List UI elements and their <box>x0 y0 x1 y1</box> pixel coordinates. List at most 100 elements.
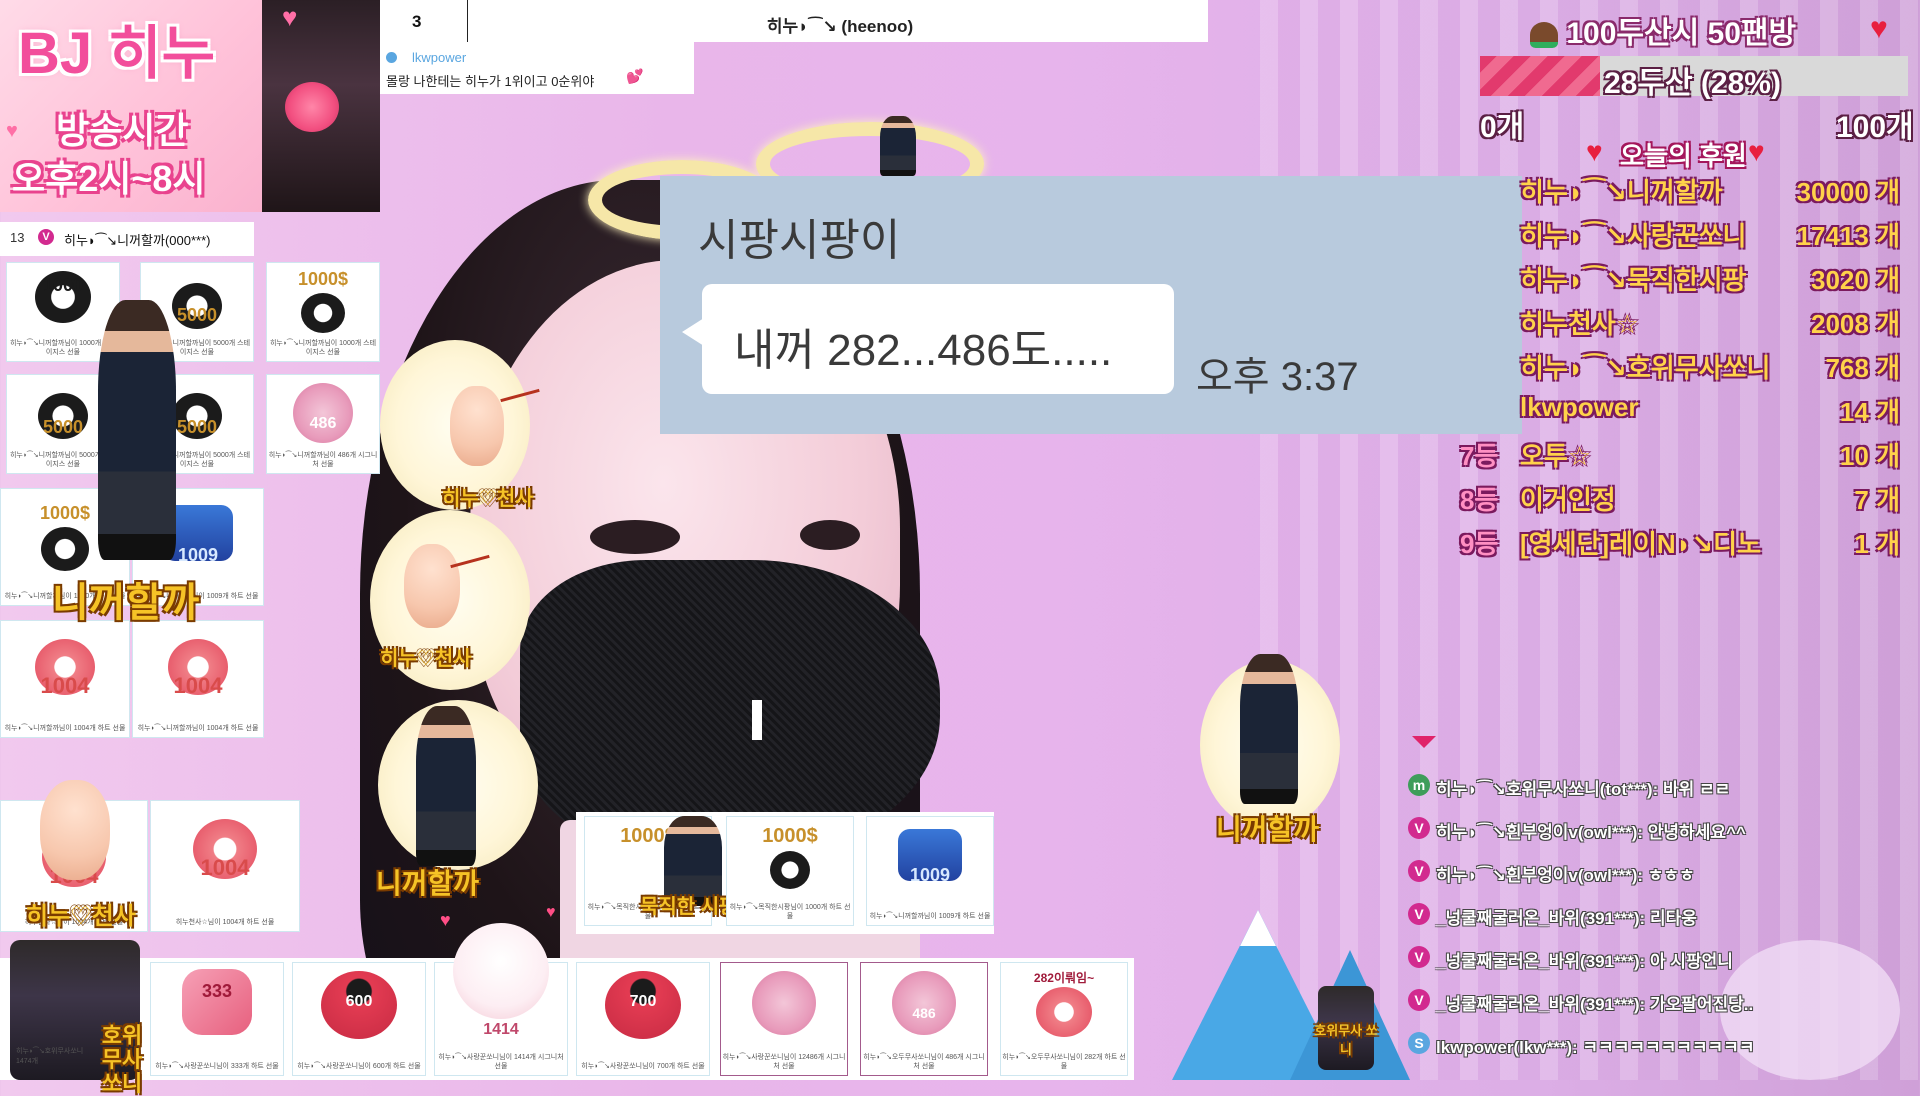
header-rank: 3 <box>412 12 422 31</box>
banner-schedule-time: 오후2시~8시 <box>12 158 206 199</box>
goal-min-label: 0개 <box>1480 111 1525 144</box>
chat-badge-icon: V <box>1408 817 1430 839</box>
panda-sticker-icon <box>770 851 810 889</box>
ranking-count: 14 개 <box>1839 397 1900 427</box>
heart-panda-sticker-icon <box>1036 987 1092 1037</box>
donation-card: 486 히누◗⁀↘니꺼할까님이 486개 시그니처 선물 <box>266 374 380 474</box>
earring-icon <box>752 700 762 740</box>
popup-bubble-tail <box>682 318 704 346</box>
sticker-caption: 니꺼할까 <box>1216 814 1320 845</box>
chat-badge-icon: S <box>1408 1032 1430 1054</box>
ranking-name: [영세단]레이N◗↘디노 <box>1520 529 1762 559</box>
goal-title-text: 100두산시 50팬방 <box>1566 17 1797 50</box>
popup-sender: 시팡시팡이 <box>698 216 901 265</box>
ranking-title: 오늘의 후원 <box>1620 141 1747 171</box>
goal-progress-fill <box>1480 56 1600 96</box>
schedule-banner: ♥ ♥ BJ 히누 방송시간 오후2시~8시 <box>0 0 380 212</box>
sub-badge-icon <box>386 52 397 63</box>
panda-sticker-icon <box>301 293 345 333</box>
card-amount: 1004 <box>40 673 90 698</box>
ranking-position: 8등 <box>1460 485 1499 515</box>
heart-icon: ♥ <box>440 910 451 930</box>
heart-icon: ♥ <box>1586 136 1603 167</box>
heart-emoji-icon: 💕 <box>626 68 644 84</box>
popup-message: 내꺼 282...486도..... <box>734 326 1113 375</box>
poop-icon <box>1530 22 1558 49</box>
card-label: 히누천사☆님이 1004개 하트 선물 <box>175 919 275 926</box>
card-amount: 486 <box>309 415 337 432</box>
dancing-man-sticker <box>416 706 476 866</box>
card-label: 히누◗⁀↘사랑꾼쏘니님이 333개 하트 선물 <box>155 1063 279 1070</box>
ranking-row: lkwpower 14 개 <box>1460 392 1900 432</box>
donation-card: 1009 히누◗⁀↘니꺼할까님이 1009개 하트 선물 <box>866 816 994 926</box>
card-label: 히누◗⁀↘니꺼할까님이 1004개 하트 선물 <box>4 725 126 732</box>
header-title: 히누◗⁀↘ (heenoo) <box>766 17 914 36</box>
dancing-man-sticker <box>1240 654 1298 804</box>
card-label: 히누◗⁀↘니꺼할까님이 486개 시그니처 선물 <box>268 452 378 468</box>
chat-badge-icon: V <box>1408 989 1430 1011</box>
ranking-count: 30000 개 <box>1796 177 1900 207</box>
ranking-name: 오투☆ <box>1520 441 1592 471</box>
donation-card: 1004 히누◗⁀↘니꺼할까님이 1004개 하트 선물 <box>0 620 130 738</box>
header-divider <box>467 0 468 42</box>
sticker-caption: 히누♡천사 <box>26 903 136 930</box>
ranking-position: 7등 <box>1460 441 1499 471</box>
ranking-name: 히누천사☆ <box>1520 309 1639 339</box>
donation-card: 282이뤄임~ 히누◗⁀↘오두무사쏘니님이 282개 하트 선물 <box>1000 962 1128 1076</box>
card-label: 히누◗⁀↘사랑꾼쏘니님이 12486개 시그니처 선물 <box>722 1054 846 1070</box>
card-label: 히누◗⁀↘호위무사쏘니 1474개 <box>16 1048 84 1065</box>
dancing-man-sticker <box>98 300 176 560</box>
streamer-eye <box>800 520 860 550</box>
heart-icon: ♥ <box>282 2 298 32</box>
card-amount: 1000 <box>42 275 84 295</box>
chat-badge-icon: V <box>1408 903 1430 925</box>
chat-message-text: 히누◗⁀↘호위무사쏘니(tot***): 바위 ㄹㄹ <box>1436 780 1731 799</box>
card-amount: 1414 <box>483 1021 519 1038</box>
card-label: 히누◗⁀↘오두무사쏘니님이 282개 하트 선물 <box>1002 1054 1126 1070</box>
goal-max-label: 100개 <box>1836 111 1914 144</box>
card-amount: 1004 <box>173 673 223 698</box>
donation-card: 333 히누◗⁀↘사랑꾼쏘니님이 333개 하트 선물 <box>150 962 284 1076</box>
ranking-name: lkwpower <box>1520 392 1639 422</box>
sticker-caption: 히누♡천사 <box>380 648 472 670</box>
card-amount: 1000$ <box>762 825 818 847</box>
card-label: 히누◗⁀↘목직한시팡님이 1000개 하트 선물 <box>729 904 851 920</box>
ranking-name: 히누◗⁀↘사랑꾼쏘니 <box>1520 221 1747 251</box>
donation-card: 600 히누◗⁀↘사랑꾼쏘니님이 600개 하트 선물 <box>292 962 426 1076</box>
ranking-row: 9등 [영세단]레이N◗↘디노 1 개 <box>1460 524 1900 564</box>
chat-badge-icon: m <box>1408 774 1430 796</box>
ranking-name: 히누◗⁀↘묵직한시팡 <box>1520 265 1747 295</box>
donation-card: 486 히누◗⁀↘오두무사쏘니님이 486개 시그니처 선물 <box>860 962 988 1076</box>
streamer-photo-sticker-icon <box>892 971 956 1035</box>
pinned-chat-message: 몰랑 나한테는 히누가 1위이고 0순위야 <box>386 74 595 89</box>
ranking-count: 7 개 <box>1854 485 1900 515</box>
ranking-position: 9등 <box>1460 529 1499 559</box>
chat-message-text: _넝쿨째굴러온_바위(391***): 리타웅 <box>1436 909 1697 928</box>
ranking-count: 10 개 <box>1839 441 1900 471</box>
panda-sticker-icon <box>41 527 89 571</box>
card-label: 히누◗⁀↘니꺼할까님이 1009개 하트 선물 <box>869 913 991 920</box>
sticker-caption: 묵직한 시팡 <box>640 896 738 918</box>
card-amount: 333 <box>201 981 233 1001</box>
heart-icon: ♥ <box>6 120 18 142</box>
ranking-row: 히누◗⁀↘호위무사쏘니 768 개 <box>1460 348 1900 388</box>
chat-scroll-indicator-icon <box>1412 736 1436 748</box>
card-amount: 1000$ <box>297 269 349 289</box>
sticker-caption: 호위무사 쏘니 <box>1314 1023 1378 1057</box>
donation-card: 1004 히누◗⁀↘니꺼할까님이 1004개 하트 선물 <box>132 620 264 738</box>
donation-card: 히누◗⁀↘사랑꾼쏘니님이 12486개 시그니처 선물 <box>720 962 848 1076</box>
cupid-baby-sticker <box>40 780 110 880</box>
donation-list-user: 히누◗⁀↘니꺼할까(000***) <box>64 233 211 248</box>
heart-icon: ♥ <box>1870 12 1888 45</box>
ranking-count: 3020 개 <box>1811 265 1900 295</box>
ranking-count: 2008 개 <box>1811 309 1900 339</box>
streamer-eye <box>590 520 680 554</box>
donation-card: 700 히누◗⁀↘사랑꾼쏘니님이 700개 하트 선물 <box>576 962 710 1076</box>
card-buddy-label: 282이뤄임~ <box>1033 971 1095 985</box>
panda-pillow-sticker-icon <box>182 969 252 1035</box>
card-amount: 600 <box>345 993 373 1010</box>
pinned-chat-user: lkwpower <box>412 50 467 65</box>
chat-badge-icon: V <box>1408 946 1430 968</box>
sticker-caption: 니꺼할까 <box>376 868 480 899</box>
ranking-count: 768 개 <box>1825 353 1900 383</box>
